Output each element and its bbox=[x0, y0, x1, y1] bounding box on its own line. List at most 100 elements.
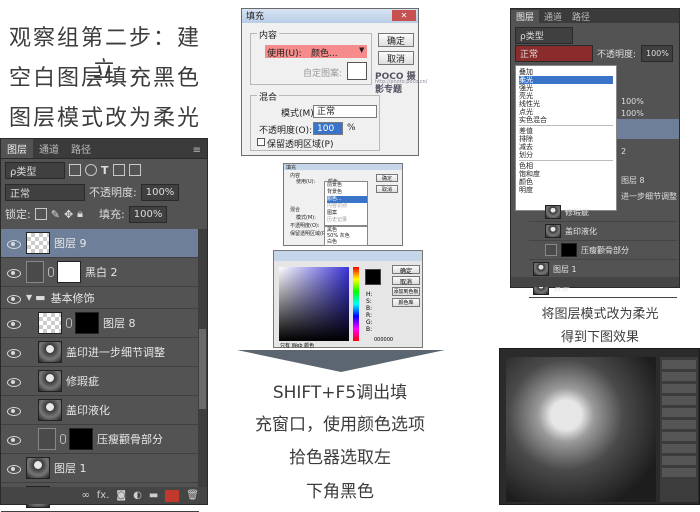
color-libraries-button[interactable]: 颜色库 bbox=[392, 298, 420, 307]
poco-watermark-url: http://photo.poco.cn/ bbox=[375, 79, 428, 85]
add-mask-icon[interactable]: ◙ bbox=[116, 490, 126, 501]
hex-value[interactable]: 000000 bbox=[374, 337, 393, 343]
layer-row[interactable]: 盖印液化 bbox=[1, 396, 199, 425]
right-opacity-input[interactable]: 100% bbox=[641, 45, 673, 62]
right-kind-select[interactable]: ρ类型 bbox=[515, 27, 573, 44]
visibility-eye-icon[interactable] bbox=[6, 461, 21, 475]
fx-icon[interactable]: fx. bbox=[97, 490, 110, 501]
cancel-button[interactable]: 取消 bbox=[378, 51, 414, 65]
blend-option[interactable]: 叠加 bbox=[519, 68, 613, 76]
visibility-eye-icon[interactable] bbox=[6, 432, 21, 446]
use-select[interactable]: 颜色... bbox=[311, 46, 338, 59]
blend-option[interactable]: 色相 bbox=[519, 162, 613, 170]
blend-option[interactable]: 差值 bbox=[519, 127, 613, 135]
blend-option[interactable]: 点光 bbox=[519, 108, 613, 116]
blend-option[interactable]: 划分 bbox=[519, 151, 613, 159]
tab-layers[interactable]: 图层 bbox=[511, 10, 540, 23]
blend-option[interactable]: 减去 bbox=[519, 143, 613, 151]
right-opacity-value-1: 100% bbox=[621, 97, 644, 106]
new-layer-icon[interactable] bbox=[165, 489, 180, 502]
visibility-eye-icon[interactable] bbox=[6, 374, 21, 388]
pixel-filter-icon[interactable] bbox=[69, 164, 81, 176]
dropdown-option[interactable]: 图案 bbox=[327, 210, 367, 217]
dropdown-option[interactable]: 前景色 bbox=[327, 182, 367, 189]
right-layer-partial-2: 图层 8 bbox=[621, 176, 645, 185]
blend-option[interactable]: 饱和度 bbox=[519, 170, 613, 178]
dropdown-option[interactable]: 历史记录 bbox=[327, 217, 367, 224]
new-adjustment-icon[interactable]: ◐ bbox=[133, 490, 142, 501]
kind-select[interactable]: ρ类型 bbox=[5, 161, 65, 179]
layer-row[interactable]: 图层 9 bbox=[1, 229, 199, 258]
layer-row[interactable]: 图层 1 bbox=[1, 454, 199, 483]
opacity-input[interactable]: 100% bbox=[140, 183, 179, 201]
layers-scrollbar[interactable] bbox=[198, 229, 207, 489]
layer-row[interactable]: 压瘦颧骨部分 bbox=[529, 241, 677, 260]
visibility-eye-icon[interactable] bbox=[6, 345, 21, 359]
opacity-label: 不透明度: bbox=[89, 186, 137, 199]
trash-icon[interactable]: 🗑︎ bbox=[186, 490, 199, 501]
hue-slider[interactable] bbox=[353, 267, 359, 341]
visibility-eye-icon[interactable] bbox=[6, 316, 21, 330]
layer-row[interactable]: 盖印进一步细节调整 bbox=[1, 338, 199, 367]
dropdown-option[interactable]: 颜色... bbox=[327, 196, 367, 203]
layer-row[interactable]: 修瑕疵 bbox=[1, 367, 199, 396]
group-expand-icon[interactable]: ▼ bbox=[26, 293, 32, 302]
right-blend-select[interactable]: 正常 bbox=[515, 45, 593, 62]
ok-button[interactable]: 确定 bbox=[378, 33, 414, 47]
small-ok-button[interactable]: 确定 bbox=[376, 174, 398, 182]
lock-all-icon[interactable]: 🔒︎ bbox=[77, 207, 83, 221]
blend-option[interactable]: 强光 bbox=[519, 84, 613, 92]
new-group-icon[interactable]: ▬ bbox=[149, 490, 158, 501]
layer-row[interactable]: 盖印液化 bbox=[529, 222, 677, 241]
adjustment-filter-icon[interactable] bbox=[85, 164, 97, 176]
mode-select[interactable]: 正常 bbox=[313, 105, 377, 118]
smart-object-filter-icon[interactable] bbox=[128, 164, 141, 176]
layer-row[interactable]: 黑白 2 bbox=[1, 258, 199, 287]
link-layers-icon[interactable]: ∞ bbox=[81, 490, 89, 501]
blend-option-soft-light[interactable]: 柔光 bbox=[519, 76, 613, 84]
lock-position-icon[interactable]: ✥ bbox=[64, 208, 73, 221]
caption-line-3: 图层模式改为柔光 bbox=[8, 106, 201, 131]
color-field[interactable] bbox=[279, 267, 349, 341]
layer-group-row[interactable]: ▼ ▬ 基本修饰 bbox=[1, 287, 199, 309]
tab-channels[interactable]: 通道 bbox=[33, 139, 65, 158]
dropdown-option[interactable]: 背景色 bbox=[327, 189, 367, 196]
tab-layers[interactable]: 图层 bbox=[1, 139, 33, 158]
lock-image-icon[interactable]: ✎ bbox=[51, 208, 60, 221]
layer-row[interactable]: 压瘦颧骨部分 bbox=[1, 425, 199, 454]
picker-cancel-button[interactable]: 取消 bbox=[392, 276, 420, 286]
chevron-down-icon[interactable]: ▼ bbox=[359, 46, 364, 54]
blend-option[interactable]: 颜色 bbox=[519, 178, 613, 186]
pattern-swatch[interactable] bbox=[347, 62, 367, 80]
blend-option[interactable]: 明度 bbox=[519, 186, 613, 194]
blend-option[interactable]: 排除 bbox=[519, 135, 613, 143]
add-swatch-button[interactable]: 添加到色板 bbox=[392, 287, 420, 296]
panel-menu-icon[interactable]: ≡ bbox=[187, 143, 207, 158]
blend-mode-select[interactable]: 正常 bbox=[5, 183, 85, 201]
fill-input[interactable]: 100% bbox=[128, 205, 167, 223]
layer-row[interactable]: 图层 8 bbox=[1, 309, 199, 338]
layer-row[interactable]: 修瑕疵 bbox=[529, 203, 677, 222]
visibility-eye-icon[interactable] bbox=[6, 291, 21, 305]
preserve-checkbox[interactable] bbox=[257, 138, 265, 146]
picker-ok-button[interactable]: 确定 bbox=[392, 265, 420, 275]
blend-option[interactable]: 实色混合 bbox=[519, 116, 613, 124]
visibility-eye-icon[interactable] bbox=[6, 265, 21, 279]
small-fill-dialog: 填充 内容 使用(U): 颜色... 确定 取消 前景色 背景色 颜色... 内… bbox=[283, 163, 403, 246]
close-icon[interactable]: ✕ bbox=[392, 10, 416, 21]
blend-mode-list[interactable]: 叠加 柔光 强光 亮光 线性光 点光 实色混合 差值 排除 减去 划分 色相 饱… bbox=[515, 65, 617, 211]
visibility-eye-icon[interactable] bbox=[6, 236, 21, 250]
visibility-eye-icon[interactable] bbox=[6, 403, 21, 417]
tab-paths[interactable]: 路径 bbox=[65, 139, 97, 158]
tab-paths[interactable]: 路径 bbox=[567, 10, 595, 23]
opacity-field[interactable]: 100 bbox=[313, 122, 343, 135]
blend-option[interactable]: 线性光 bbox=[519, 100, 613, 108]
shape-filter-icon[interactable] bbox=[112, 164, 125, 176]
lock-transparent-icon[interactable] bbox=[34, 208, 47, 220]
dropdown-option[interactable]: 内容识别 bbox=[327, 203, 367, 210]
tab-channels[interactable]: 通道 bbox=[539, 10, 567, 23]
type-filter-icon[interactable]: T bbox=[101, 164, 109, 177]
use-dropdown[interactable]: 前景色 背景色 颜色... 内容识别 图案 历史记录 bbox=[324, 181, 368, 226]
small-cancel-button[interactable]: 取消 bbox=[376, 185, 398, 193]
blend-option[interactable]: 亮光 bbox=[519, 92, 613, 100]
